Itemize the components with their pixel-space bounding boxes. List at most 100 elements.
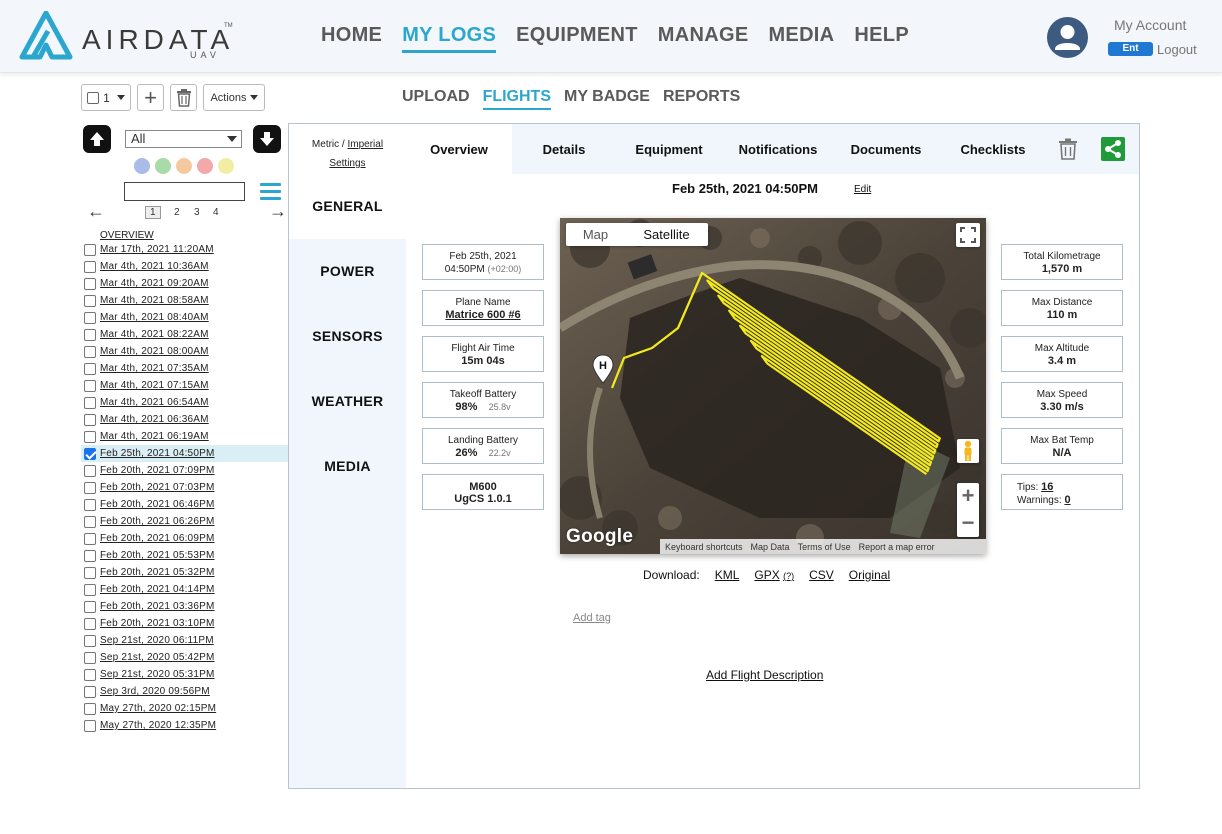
flight-list-item[interactable]: Mar 4th, 2021 08:58AM: [81, 292, 288, 309]
terms-of-use-link[interactable]: Terms of Use: [798, 542, 851, 552]
flight-checkbox[interactable]: [84, 294, 96, 307]
report-map-error-link[interactable]: Report a map error: [859, 542, 935, 552]
flight-list-item[interactable]: Feb 20th, 2021 03:10PM: [81, 615, 288, 632]
street-view-pegman-icon[interactable]: [957, 439, 979, 463]
tab-equipment[interactable]: Equipment: [616, 124, 722, 174]
flight-checkbox[interactable]: [84, 464, 96, 477]
flight-link[interactable]: Feb 25th, 2021 04:50PM: [100, 448, 214, 459]
delete-button[interactable]: [170, 84, 197, 111]
unit-metric[interactable]: Metric: [312, 139, 339, 150]
flight-checkbox[interactable]: [84, 311, 96, 324]
flight-link[interactable]: Feb 20th, 2021 07:09PM: [100, 465, 214, 476]
flight-list-item[interactable]: Mar 4th, 2021 08:00AM: [81, 343, 288, 360]
flight-checkbox[interactable]: [84, 328, 96, 341]
flight-checkbox[interactable]: [84, 651, 96, 664]
flight-list-item[interactable]: Sep 21st, 2020 06:11PM: [81, 632, 288, 649]
overview-link[interactable]: OVERVIEW: [100, 230, 154, 241]
airdata-logo[interactable]: AIRDATA TM UAV: [18, 11, 233, 61]
flight-list-item[interactable]: Mar 17th, 2021 11:20AM: [81, 241, 288, 258]
flight-link[interactable]: Mar 4th, 2021 07:35AM: [100, 363, 209, 374]
avatar-icon[interactable]: [1047, 17, 1088, 58]
page-2[interactable]: 2: [174, 207, 180, 218]
flight-list-item[interactable]: May 27th, 2020 12:35PM: [81, 717, 288, 734]
flight-link[interactable]: Feb 20th, 2021 03:10PM: [100, 618, 214, 629]
flight-link[interactable]: Mar 4th, 2021 10:36AM: [100, 261, 209, 272]
flight-list-item[interactable]: Mar 4th, 2021 06:54AM: [81, 394, 288, 411]
tips-count-link[interactable]: 16: [1041, 481, 1053, 493]
download-gpx-link[interactable]: GPX: [754, 568, 779, 582]
flight-list-item[interactable]: Mar 4th, 2021 07:35AM: [81, 360, 288, 377]
hamburger-menu-icon[interactable]: [260, 183, 281, 203]
flight-link[interactable]: Mar 4th, 2021 07:15AM: [100, 380, 209, 391]
flight-link[interactable]: Feb 20th, 2021 06:46PM: [100, 499, 214, 510]
color-filter-blue[interactable]: [134, 158, 150, 174]
gpx-help-link[interactable]: (?): [783, 571, 794, 581]
tab-documents[interactable]: Documents: [834, 124, 938, 174]
flight-list-item[interactable]: Mar 4th, 2021 06:36AM: [81, 411, 288, 428]
flight-link[interactable]: Mar 4th, 2021 06:54AM: [100, 397, 209, 408]
flight-search-input[interactable]: [124, 182, 245, 201]
warnings-count-link[interactable]: 0: [1064, 494, 1070, 506]
flight-link[interactable]: Feb 20th, 2021 04:14PM: [100, 584, 214, 595]
nav-equipment[interactable]: EQUIPMENT: [516, 24, 638, 53]
flight-list-item[interactable]: Mar 4th, 2021 10:36AM: [81, 258, 288, 275]
flight-list-item[interactable]: May 27th, 2020 02:15PM: [81, 700, 288, 717]
side-tab-weather[interactable]: WEATHER: [289, 369, 406, 434]
flight-list-item[interactable]: Mar 4th, 2021 08:40AM: [81, 309, 288, 326]
flight-link[interactable]: Sep 3rd, 2020 09:56PM: [100, 686, 210, 697]
subnav-my-badge[interactable]: MY BADGE: [564, 88, 650, 110]
side-tab-media[interactable]: MEDIA: [289, 434, 406, 499]
page-3[interactable]: 3: [194, 207, 200, 218]
delete-flight-trash-icon[interactable]: [1058, 138, 1078, 160]
flight-list-item[interactable]: Mar 4th, 2021 09:20AM: [81, 275, 288, 292]
flight-list-item[interactable]: Feb 20th, 2021 06:46PM: [81, 496, 288, 513]
fullscreen-icon[interactable]: [956, 223, 980, 247]
flight-list-item[interactable]: Feb 20th, 2021 03:36PM: [81, 598, 288, 615]
flight-list-item[interactable]: Sep 21st, 2020 05:42PM: [81, 649, 288, 666]
flight-checkbox[interactable]: [84, 634, 96, 647]
subnav-upload[interactable]: UPLOAD: [402, 88, 470, 110]
flight-list-item[interactable]: Mar 4th, 2021 08:22AM: [81, 326, 288, 343]
nav-manage[interactable]: MANAGE: [658, 24, 749, 53]
scroll-up-button[interactable]: [83, 125, 111, 153]
flight-checkbox[interactable]: [84, 413, 96, 426]
add-description-link[interactable]: Add Flight Description: [706, 668, 823, 682]
flight-link[interactable]: Mar 4th, 2021 08:58AM: [100, 295, 209, 306]
flight-list-item[interactable]: Feb 20th, 2021 06:26PM: [81, 513, 288, 530]
page-1[interactable]: 1: [145, 206, 161, 219]
add-button[interactable]: +: [137, 84, 164, 111]
download-original-link[interactable]: Original: [849, 568, 890, 582]
download-csv-link[interactable]: CSV: [809, 568, 834, 582]
flight-checkbox[interactable]: [84, 583, 96, 596]
zoom-out-button[interactable]: −: [957, 510, 979, 537]
flight-checkbox[interactable]: [84, 685, 96, 698]
flight-checkbox[interactable]: [84, 566, 96, 579]
flight-checkbox[interactable]: [84, 549, 96, 562]
flight-link[interactable]: Mar 4th, 2021 06:19AM: [100, 431, 209, 442]
flight-checkbox[interactable]: [84, 617, 96, 630]
flight-link[interactable]: Sep 21st, 2020 06:11PM: [100, 635, 214, 646]
tab-overview[interactable]: Overview: [406, 124, 512, 174]
flight-list-item[interactable]: Mar 4th, 2021 07:15AM: [81, 377, 288, 394]
subnav-reports[interactable]: REPORTS: [663, 88, 740, 110]
subnav-flights[interactable]: FLIGHTS: [482, 88, 551, 110]
flight-checkbox[interactable]: [84, 702, 96, 715]
flight-link[interactable]: Mar 4th, 2021 08:40AM: [100, 312, 209, 323]
nav-home[interactable]: HOME: [321, 24, 382, 53]
flight-link[interactable]: May 27th, 2020 02:15PM: [100, 703, 216, 714]
flight-list-item[interactable]: Feb 20th, 2021 04:14PM: [81, 581, 288, 598]
prev-page-arrow-icon[interactable]: ←: [87, 201, 105, 222]
nav-media[interactable]: MEDIA: [768, 24, 834, 53]
side-tab-sensors[interactable]: SENSORS: [289, 304, 406, 369]
next-page-arrow-icon[interactable]: →: [269, 201, 287, 222]
color-filter-yellow[interactable]: [218, 158, 234, 174]
add-tag-link[interactable]: Add tag: [573, 612, 611, 624]
tab-details[interactable]: Details: [512, 124, 616, 174]
flight-filter-select[interactable]: All: [125, 130, 242, 148]
flight-map[interactable]: H Map Satellite + − Google Keyboard shor…: [560, 218, 986, 554]
flight-list-item[interactable]: Feb 20th, 2021 07:03PM: [81, 479, 288, 496]
flight-checkbox[interactable]: [84, 277, 96, 290]
flight-link[interactable]: Mar 4th, 2021 08:22AM: [100, 329, 209, 340]
flight-link[interactable]: May 27th, 2020 12:35PM: [100, 720, 216, 731]
flight-link[interactable]: Feb 20th, 2021 03:36PM: [100, 601, 214, 612]
